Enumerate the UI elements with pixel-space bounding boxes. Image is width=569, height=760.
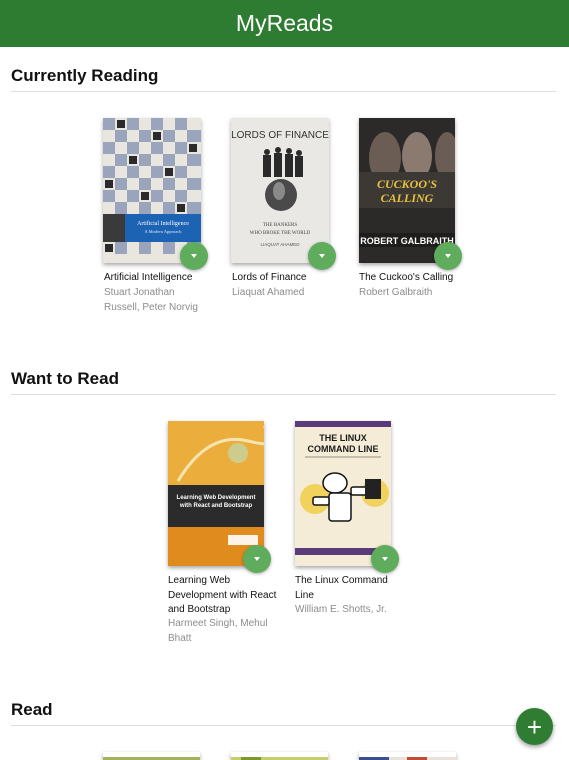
book-cover-partial[interactable] — [359, 752, 456, 760]
shelf-changer-button[interactable] — [371, 545, 399, 573]
book-cover[interactable]: Learning Web Development with React and … — [168, 421, 264, 566]
svg-text:CUCKOO'S: CUCKOO'S — [377, 177, 437, 191]
book-cover-partial[interactable] — [231, 752, 328, 760]
plus-icon: + — [526, 711, 543, 742]
shelf-title-want-to-read: Want to Read — [11, 369, 556, 395]
book-title: Learning Web Development with React and … — [168, 575, 277, 615]
cover-cuckoos-calling: CUCKOO'S CALLING ROBERT GALBRAITH — [359, 118, 455, 263]
shelf-title-read: Read — [11, 700, 556, 726]
app-header: MyReads — [0, 0, 569, 47]
shelf-changer-button[interactable] — [308, 242, 336, 270]
triangle-down-icon — [445, 254, 451, 258]
shelf-title-currently-reading: Currently Reading — [11, 66, 556, 92]
book-authors: William E. Shotts, Jr. — [295, 604, 387, 615]
svg-text:Learning Web Development: Learning Web Development — [177, 495, 256, 501]
book-cover-partial[interactable] — [103, 752, 200, 760]
cover-artificial-intelligence: Artificial Intelligence A Modern Approac… — [103, 118, 201, 263]
book-title: The Cuckoo's Calling — [359, 272, 454, 283]
triangle-down-icon — [191, 254, 197, 258]
book-authors: Harmeet Singh, Mehul Bhatt — [168, 618, 268, 644]
svg-text:THE BANKERS: THE BANKERS — [263, 223, 298, 228]
cover-linux-command-line: THE LINUX COMMAND LINE — [295, 421, 391, 566]
svg-text:LIAQUAT AHAMED: LIAQUAT AHAMED — [260, 242, 300, 247]
triangle-down-icon — [382, 557, 388, 561]
svg-text:A Modern Approach: A Modern Approach — [145, 229, 183, 234]
add-book-button[interactable]: + — [516, 708, 553, 745]
book-title: Lords of Finance — [232, 272, 307, 283]
book-cover[interactable]: Artificial Intelligence A Modern Approac… — [103, 118, 201, 263]
shelf-changer-button[interactable] — [434, 242, 462, 270]
svg-text:Artificial Intelligence: Artificial Intelligence — [137, 220, 189, 227]
svg-text:THE LINUX: THE LINUX — [319, 433, 367, 443]
shelf-changer-button[interactable] — [180, 242, 208, 270]
book-cover[interactable]: THE LINUX COMMAND LINE — [295, 421, 391, 566]
book-title: Artificial Intelligence — [104, 272, 193, 283]
triangle-down-icon — [254, 557, 260, 561]
svg-text:COMMAND LINE: COMMAND LINE — [308, 444, 379, 454]
book-authors: Robert Galbraith — [359, 287, 433, 298]
app-title: MyReads — [235, 10, 334, 36]
book-authors: Liaquat Ahamed — [232, 287, 305, 298]
cover-lords-of-finance: LORDS OF FINANCE THE BANKERS WHO BROKE T… — [231, 118, 329, 263]
svg-text:LORDS OF FINANCE: LORDS OF FINANCE — [231, 130, 329, 141]
book-authors: Stuart Jonathan Russell, Peter Norvig — [104, 287, 198, 313]
cover-learning-web-development: Learning Web Development with React and … — [168, 421, 264, 566]
book-cover[interactable]: CUCKOO'S CALLING ROBERT GALBRAITH — [359, 118, 455, 263]
book-title: The Linux Command Line — [295, 575, 388, 601]
triangle-down-icon — [319, 254, 325, 258]
svg-text:with React and Bootstrap: with React and Bootstrap — [179, 503, 253, 509]
svg-text:CALLING: CALLING — [381, 191, 434, 205]
svg-text:WHO BROKE THE WORLD: WHO BROKE THE WORLD — [250, 231, 311, 236]
shelf-changer-button[interactable] — [243, 545, 271, 573]
book-cover[interactable]: LORDS OF FINANCE THE BANKERS WHO BROKE T… — [231, 118, 329, 263]
